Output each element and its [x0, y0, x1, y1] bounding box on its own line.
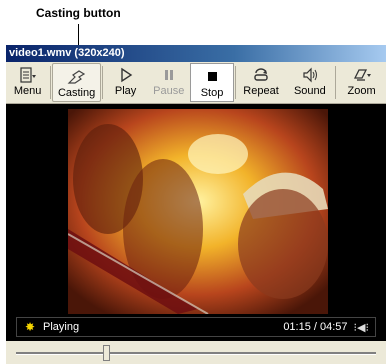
- seek-track[interactable]: [16, 352, 376, 355]
- video-area[interactable]: ✸ Playing 01:15 / 04:57 ⁝◀⁝: [6, 104, 386, 341]
- window-title: video1.wmv (320x240): [6, 45, 386, 62]
- stop-icon: [204, 67, 220, 87]
- play-button-label: Play: [114, 85, 137, 97]
- status-bar: ✸ Playing 01:15 / 04:57 ⁝◀⁝: [16, 317, 376, 337]
- repeat-button[interactable]: Repeat: [237, 62, 286, 103]
- video-frame[interactable]: [68, 109, 328, 314]
- video-still: [68, 109, 328, 314]
- sound-button-label: Sound: [293, 85, 326, 97]
- casting-button-label: Casting: [57, 87, 96, 99]
- pause-icon: [161, 65, 177, 85]
- play-icon: [118, 65, 134, 85]
- toolbar-separator: [335, 66, 337, 99]
- menu-icon: [19, 65, 37, 85]
- play-button[interactable]: Play: [104, 62, 147, 103]
- zoom-icon: [352, 65, 372, 85]
- sound-icon: [301, 65, 319, 85]
- pause-button[interactable]: Pause: [147, 62, 190, 103]
- zoom-button[interactable]: Zoom: [337, 62, 386, 103]
- toolbar-separator: [50, 66, 52, 99]
- seek-thumb[interactable]: [103, 345, 110, 361]
- elapsed-time: 01:15 / 04:57: [283, 321, 348, 333]
- playing-status-icon: ✸: [24, 320, 36, 334]
- volume-indicator-icon[interactable]: ⁝◀⁝: [354, 321, 369, 334]
- casting-button-callout: Casting button: [36, 6, 121, 20]
- zoom-button-label: Zoom: [347, 85, 376, 97]
- menu-button[interactable]: Menu: [6, 62, 49, 103]
- casting-icon: [67, 67, 87, 87]
- repeat-icon: [252, 65, 270, 85]
- toolbar-separator: [234, 66, 236, 99]
- status-text: Playing: [43, 321, 80, 333]
- player-toolbar: Menu Casting Play Pause Stop Repeat Soun…: [6, 62, 386, 104]
- casting-button[interactable]: Casting: [52, 63, 102, 102]
- repeat-button-label: Repeat: [243, 85, 279, 97]
- sound-button[interactable]: Sound: [285, 62, 334, 103]
- seek-bar[interactable]: [6, 341, 386, 364]
- stop-button-label: Stop: [200, 87, 224, 99]
- stop-button[interactable]: Stop: [190, 63, 234, 102]
- pause-button-label: Pause: [153, 85, 185, 97]
- menu-button-label: Menu: [13, 85, 42, 97]
- toolbar-separator: [102, 66, 103, 99]
